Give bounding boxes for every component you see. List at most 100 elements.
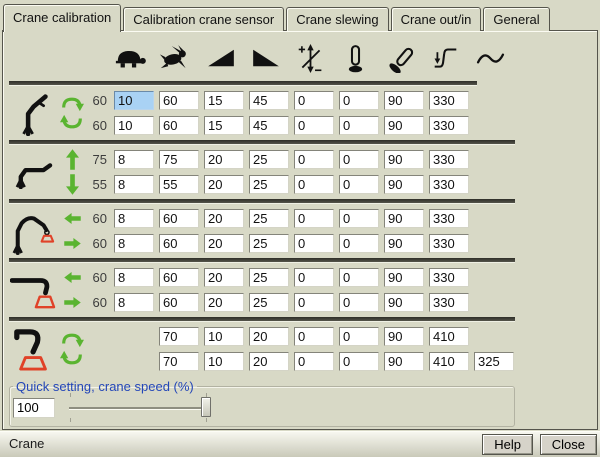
parameter-input[interactable] <box>294 293 334 312</box>
parameter-input[interactable] <box>339 175 379 194</box>
parameter-input[interactable] <box>114 150 154 169</box>
parameter-input[interactable] <box>204 268 244 287</box>
parameter-input[interactable] <box>114 116 154 135</box>
parameter-input[interactable] <box>429 327 469 346</box>
parameter-input[interactable] <box>204 234 244 253</box>
parameter-input[interactable] <box>429 209 469 228</box>
parameter-input[interactable] <box>429 352 469 371</box>
parameter-input[interactable] <box>474 352 514 371</box>
parameter-row: 60 <box>85 265 474 290</box>
parameter-input[interactable] <box>159 327 199 346</box>
slewing-rows: 6060 <box>85 88 474 138</box>
parameter-input[interactable] <box>204 175 244 194</box>
parameter-input[interactable] <box>249 175 289 194</box>
parameter-input[interactable] <box>294 209 334 228</box>
parameter-input[interactable] <box>159 175 199 194</box>
parameter-input[interactable] <box>384 293 424 312</box>
close-button[interactable]: Close <box>540 434 597 455</box>
parameter-input[interactable] <box>114 268 154 287</box>
parameter-input[interactable] <box>339 91 379 110</box>
step-response-icon <box>423 45 468 72</box>
parameter-input[interactable] <box>159 116 199 135</box>
parameter-input[interactable] <box>249 116 289 135</box>
parameter-input[interactable] <box>339 150 379 169</box>
tab-calibration-crane-sensor[interactable]: Calibration crane sensor <box>123 7 284 31</box>
parameter-input[interactable] <box>204 209 244 228</box>
slider-track[interactable] <box>69 407 211 409</box>
help-button[interactable]: Help <box>482 434 533 455</box>
parameter-input[interactable] <box>249 150 289 169</box>
parameter-input[interactable] <box>339 116 379 135</box>
parameter-input[interactable] <box>204 327 244 346</box>
parameter-input[interactable] <box>114 293 154 312</box>
parameter-input[interactable] <box>384 209 424 228</box>
parameter-input[interactable] <box>114 209 154 228</box>
row-reference-label: 75 <box>85 152 107 167</box>
parameter-input[interactable] <box>384 175 424 194</box>
tab-crane-slewing[interactable]: Crane slewing <box>286 7 388 31</box>
parameter-input[interactable] <box>429 91 469 110</box>
parameter-input[interactable] <box>249 352 289 371</box>
parameter-input[interactable] <box>294 268 334 287</box>
parameter-input[interactable] <box>114 175 154 194</box>
parameter-input[interactable] <box>114 91 154 110</box>
parameter-input[interactable] <box>204 116 244 135</box>
parameter-input[interactable] <box>429 293 469 312</box>
parameter-input[interactable] <box>294 91 334 110</box>
parameter-input[interactable] <box>429 268 469 287</box>
parameter-input[interactable] <box>429 234 469 253</box>
parameter-input[interactable] <box>294 116 334 135</box>
parameter-input[interactable] <box>159 293 199 312</box>
parameter-input[interactable] <box>159 209 199 228</box>
parameter-input[interactable] <box>249 327 289 346</box>
crane-speed-input[interactable] <box>13 398 55 418</box>
parameter-input[interactable] <box>384 116 424 135</box>
row-reference-label: 60 <box>85 118 107 133</box>
parameter-input[interactable] <box>159 352 199 371</box>
parameter-input[interactable] <box>204 352 244 371</box>
parameter-input[interactable] <box>114 234 154 253</box>
parameter-input[interactable] <box>384 234 424 253</box>
parameter-input[interactable] <box>339 268 379 287</box>
parameter-input[interactable] <box>159 91 199 110</box>
parameter-input[interactable] <box>339 293 379 312</box>
parameter-input[interactable] <box>204 293 244 312</box>
parameter-input[interactable] <box>339 352 379 371</box>
parameter-input[interactable] <box>294 327 334 346</box>
parameter-input[interactable] <box>339 234 379 253</box>
parameter-input[interactable] <box>339 209 379 228</box>
parameter-input[interactable] <box>429 116 469 135</box>
parameter-input[interactable] <box>159 268 199 287</box>
parameter-input[interactable] <box>384 268 424 287</box>
parameter-input[interactable] <box>249 234 289 253</box>
parameter-input[interactable] <box>249 91 289 110</box>
parameter-input[interactable] <box>294 150 334 169</box>
parameter-input[interactable] <box>204 150 244 169</box>
parameter-input[interactable] <box>249 293 289 312</box>
tab-crane-calibration[interactable]: Crane calibration <box>3 4 121 32</box>
parameter-input[interactable] <box>294 352 334 371</box>
parameter-input[interactable] <box>429 175 469 194</box>
parameter-input[interactable] <box>159 234 199 253</box>
parameter-input[interactable] <box>429 150 469 169</box>
parameter-input[interactable] <box>339 327 379 346</box>
parameter-input[interactable] <box>384 91 424 110</box>
slider-thumb[interactable] <box>201 397 211 417</box>
parameter-input[interactable] <box>294 234 334 253</box>
tab-general[interactable]: General <box>483 7 549 31</box>
parameter-input[interactable] <box>249 209 289 228</box>
parameter-row: 60 <box>85 88 474 113</box>
parameter-input[interactable] <box>294 175 334 194</box>
boom-rows: 7555 <box>85 147 474 197</box>
jib-crane-icon <box>9 207 59 255</box>
parameter-input[interactable] <box>384 150 424 169</box>
left-right-arrows <box>59 265 85 315</box>
parameter-input[interactable] <box>384 327 424 346</box>
rotator-grapple-icon <box>9 325 59 373</box>
parameter-input[interactable] <box>384 352 424 371</box>
crane-speed-slider[interactable] <box>69 397 211 418</box>
parameter-input[interactable] <box>249 268 289 287</box>
tab-crane-out-in[interactable]: Crane out/in <box>391 7 482 31</box>
parameter-input[interactable] <box>159 150 199 169</box>
parameter-input[interactable] <box>204 91 244 110</box>
